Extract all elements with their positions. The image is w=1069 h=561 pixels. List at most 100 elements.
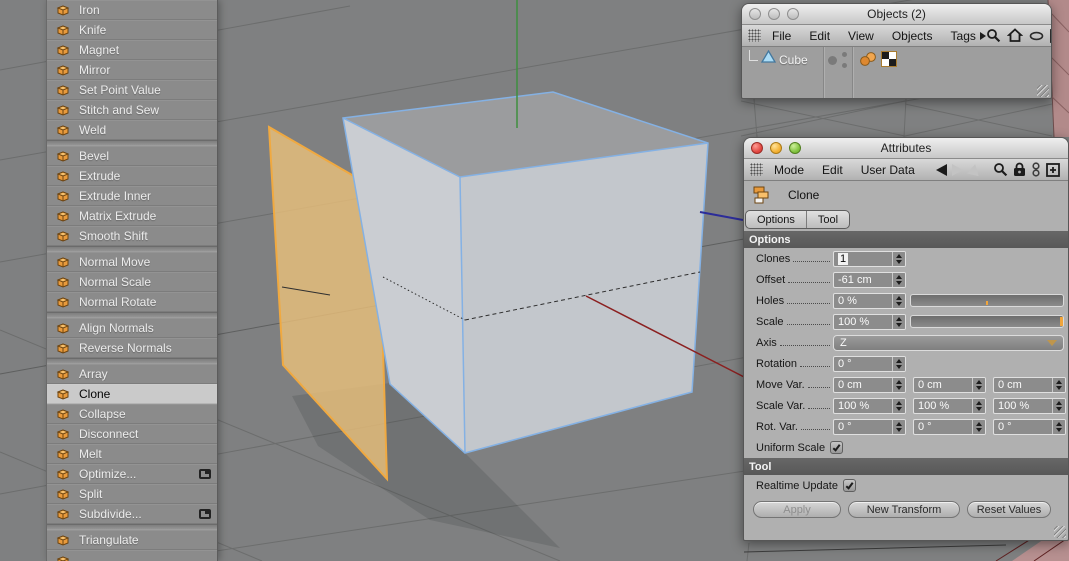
- attributes-menu-mode[interactable]: Mode: [765, 163, 813, 177]
- realtime-update-checkbox[interactable]: [842, 479, 856, 492]
- stepper[interactable]: [1052, 398, 1065, 413]
- resize-grip[interactable]: [1054, 526, 1066, 538]
- rotation-stepper[interactable]: [892, 356, 905, 371]
- menu-item-normal-scale[interactable]: Normal Scale: [47, 272, 217, 292]
- menu-item-subdivide[interactable]: Subdivide...: [47, 504, 217, 524]
- scale-stepper[interactable]: [892, 314, 905, 329]
- holes-input[interactable]: 0 %: [833, 292, 906, 309]
- menu-item-disconnect[interactable]: Disconnect: [47, 424, 217, 444]
- menu-item-extrude[interactable]: Extrude: [47, 166, 217, 186]
- drag-grip-icon[interactable]: [748, 29, 761, 42]
- attributes-titlebar[interactable]: Attributes: [744, 138, 1068, 159]
- history-back-icon[interactable]: [936, 163, 947, 176]
- holes-slider-handle[interactable]: [986, 301, 988, 305]
- tab-options[interactable]: Options: [746, 211, 806, 228]
- eye-icon[interactable]: [1029, 31, 1044, 41]
- tab-tool[interactable]: Tool: [805, 211, 849, 228]
- holes-stepper[interactable]: [892, 293, 905, 308]
- menu-item-weld[interactable]: Weld: [47, 120, 217, 140]
- clones-input[interactable]: 1: [833, 250, 906, 267]
- menu-item-normal-move[interactable]: Normal Move: [47, 252, 217, 272]
- menu-item-smooth-shift[interactable]: Smooth Shift: [47, 226, 217, 246]
- rotation-input[interactable]: 0 °: [833, 355, 906, 372]
- objects-menu-file[interactable]: File: [763, 29, 800, 43]
- menu-item-reverse-normals[interactable]: Reverse Normals: [47, 338, 217, 358]
- axis-dropdown[interactable]: Z: [833, 334, 1064, 351]
- clones-stepper[interactable]: [892, 251, 905, 266]
- texture-tag-icon[interactable]: [881, 51, 897, 67]
- objects-menu-objects[interactable]: Objects: [883, 29, 942, 43]
- search-icon[interactable]: [986, 28, 1001, 43]
- menu-item-melt[interactable]: Melt: [47, 444, 217, 464]
- scale-slider-handle[interactable]: [1060, 317, 1063, 326]
- scale-var-x-input[interactable]: 100 %: [833, 397, 906, 414]
- rot-var-y-input[interactable]: 0 °: [913, 418, 986, 435]
- rot-var-x-input[interactable]: 0 °: [833, 418, 906, 435]
- object-manager-list[interactable]: Cube: [742, 47, 1051, 98]
- menu-item-clone[interactable]: Clone: [47, 384, 217, 404]
- attributes-menu-edit[interactable]: Edit: [813, 163, 852, 177]
- rot-var-z-input[interactable]: 0 °: [993, 418, 1066, 435]
- visibility-dot-icon[interactable]: [828, 56, 837, 65]
- menu-item-magnet[interactable]: Magnet: [47, 40, 217, 60]
- stepper[interactable]: [1052, 377, 1065, 392]
- offset-input[interactable]: -61 cm: [833, 271, 906, 288]
- menu-item-normal-rotate[interactable]: Normal Rotate: [47, 292, 217, 312]
- render-visibility-dot-icon[interactable]: [842, 63, 847, 68]
- phong-tag-icon[interactable]: [859, 51, 878, 68]
- search-icon[interactable]: [993, 162, 1008, 177]
- menu-item-mirror[interactable]: Mirror: [47, 60, 217, 80]
- link-mode-icon[interactable]: [1031, 162, 1041, 177]
- menu-item-extrude-inner[interactable]: Extrude Inner: [47, 186, 217, 206]
- apply-button[interactable]: Apply: [753, 501, 841, 518]
- menu-item-triangulate[interactable]: Triangulate: [47, 530, 217, 550]
- new-transform-button[interactable]: New Transform: [848, 501, 960, 518]
- home-icon[interactable]: [1006, 28, 1023, 43]
- drag-grip-icon[interactable]: [750, 163, 763, 176]
- offset-stepper[interactable]: [892, 272, 905, 287]
- objects-titlebar[interactable]: Objects (2): [742, 4, 1051, 25]
- menu-item-split[interactable]: Split: [47, 484, 217, 504]
- scale-var-y-input[interactable]: 100 %: [913, 397, 986, 414]
- object-name[interactable]: Cube: [779, 53, 808, 67]
- objects-menu-view[interactable]: View: [839, 29, 883, 43]
- stepper[interactable]: [972, 377, 985, 392]
- scale-slider[interactable]: [910, 315, 1064, 328]
- scale-var-z-input[interactable]: 100 %: [993, 397, 1066, 414]
- menu-item-clipped[interactable]: [47, 550, 217, 561]
- move-var-z-input[interactable]: 0 cm: [993, 376, 1066, 393]
- stepper[interactable]: [892, 419, 905, 434]
- editor-visibility-dot-icon[interactable]: [842, 52, 847, 57]
- menu-item-set-point-value[interactable]: Set Point Value: [47, 80, 217, 100]
- menu-item-bevel[interactable]: Bevel: [47, 146, 217, 166]
- menu-item-optimize[interactable]: Optimize...: [47, 464, 217, 484]
- holes-slider[interactable]: [910, 294, 1064, 307]
- lock-icon[interactable]: [1013, 162, 1026, 177]
- menu-item-knife[interactable]: Knife: [47, 20, 217, 40]
- add-panel-icon[interactable]: [1046, 162, 1060, 177]
- menu-item-stitch-and-sew[interactable]: Stitch and Sew: [47, 100, 217, 120]
- clones-value[interactable]: 1: [838, 252, 849, 265]
- move-var-x-input[interactable]: 0 cm: [833, 376, 906, 393]
- stepper[interactable]: [892, 377, 905, 392]
- resize-grip[interactable]: [1037, 85, 1049, 97]
- objects-menu-edit[interactable]: Edit: [800, 29, 839, 43]
- menu-item-iron[interactable]: Iron: [47, 0, 217, 20]
- history-up-icon[interactable]: [966, 162, 982, 177]
- attributes-menu-user-data[interactable]: User Data: [852, 163, 924, 177]
- menu-item-collapse[interactable]: Collapse: [47, 404, 217, 424]
- reset-values-button[interactable]: Reset Values: [967, 501, 1051, 518]
- menu-item-matrix-extrude[interactable]: Matrix Extrude: [47, 206, 217, 226]
- menu-item-array[interactable]: Array: [47, 364, 217, 384]
- objects-menu-tags[interactable]: Tags: [942, 29, 980, 43]
- stepper[interactable]: [972, 419, 985, 434]
- scale-input[interactable]: 100 %: [833, 313, 906, 330]
- uniform-scale-checkbox[interactable]: [830, 441, 844, 454]
- add-panel-icon[interactable]: [1049, 28, 1052, 43]
- move-var-y-input[interactable]: 0 cm: [913, 376, 986, 393]
- menu-item-align-normals[interactable]: Align Normals: [47, 318, 217, 338]
- stepper[interactable]: [1052, 419, 1065, 434]
- stepper[interactable]: [972, 398, 985, 413]
- stepper[interactable]: [892, 398, 905, 413]
- history-forward-icon[interactable]: [952, 163, 963, 176]
